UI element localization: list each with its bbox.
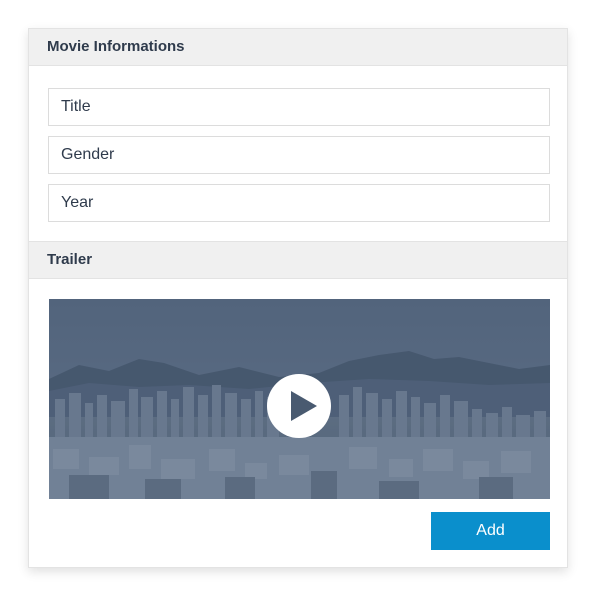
movie-form-card: Movie Informations Trailer	[28, 28, 568, 568]
trailer-video[interactable]	[49, 299, 550, 499]
play-icon[interactable]	[267, 374, 331, 438]
section-header-movie-informations: Movie Informations	[29, 29, 567, 66]
add-button[interactable]: Add	[431, 512, 550, 550]
gender-input[interactable]	[48, 136, 550, 174]
title-input[interactable]	[48, 88, 550, 126]
year-input[interactable]	[48, 184, 550, 222]
section-header-trailer: Trailer	[29, 241, 567, 279]
